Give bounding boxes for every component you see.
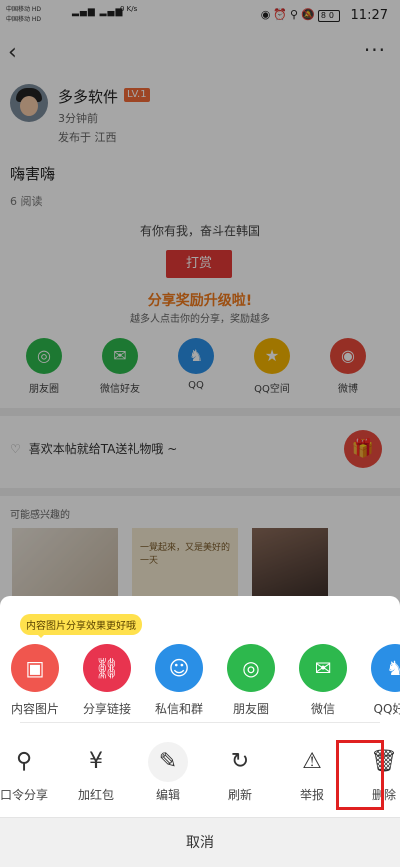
action-refresh[interactable]: ↻ 刷新 xyxy=(210,742,270,803)
share-option-label: QQ好友 xyxy=(373,702,400,716)
share-option[interactable]: ☺ 私信和群 xyxy=(144,644,214,717)
share-option[interactable]: ◎ 朋友圈 xyxy=(216,644,286,717)
share-option[interactable]: ▣ 内容图片 xyxy=(0,644,70,717)
share-option-label: 私信和群 xyxy=(154,702,203,716)
share-tip: 内容图片分享效果更好哦 xyxy=(20,614,142,635)
image-icon: ▣ xyxy=(11,644,59,692)
wechat-icon: ✉ xyxy=(299,644,347,692)
share-option-label: 微信 xyxy=(310,702,335,716)
link-icon: ⛓ xyxy=(83,644,131,692)
share-option-label: 朋友圈 xyxy=(232,702,269,716)
cancel-label: 取消 xyxy=(186,835,214,851)
share-option[interactable]: ✉ 微信 xyxy=(288,644,358,717)
action-label: 刷新 xyxy=(227,788,252,802)
refresh-icon: ↻ xyxy=(230,749,250,774)
action-label: 编辑 xyxy=(155,788,180,802)
edit-icon: ✎ xyxy=(148,742,188,782)
sheet-divider xyxy=(20,722,380,723)
action-label: 举报 xyxy=(299,788,324,802)
action-redpacket[interactable]: ¥ 加红包 xyxy=(66,742,126,803)
action-edit[interactable]: ✎ 编辑 xyxy=(138,742,198,803)
action-label: 加红包 xyxy=(77,788,114,802)
tip-arrow xyxy=(36,633,46,638)
chat-icon: ☺ xyxy=(155,644,203,692)
action-key[interactable]: ⚲ 口令分享 xyxy=(0,742,54,803)
key-icon: ⚲ xyxy=(15,749,33,774)
moments-icon: ◎ xyxy=(227,644,275,692)
share-option-label: 分享链接 xyxy=(82,702,131,716)
redpacket-icon: ¥ xyxy=(89,749,103,774)
warning-icon: ⚠ xyxy=(302,749,322,774)
delete-highlight-box xyxy=(336,740,384,810)
action-warning[interactable]: ⚠ 举报 xyxy=(282,742,342,803)
action-label: 口令分享 xyxy=(0,788,48,802)
qq-icon: ♞ xyxy=(371,644,400,692)
share-option[interactable]: ⛓ 分享链接 xyxy=(72,644,142,717)
share-option-label: 内容图片 xyxy=(10,702,59,716)
share-option[interactable]: ♞ QQ好友 xyxy=(360,644,400,717)
